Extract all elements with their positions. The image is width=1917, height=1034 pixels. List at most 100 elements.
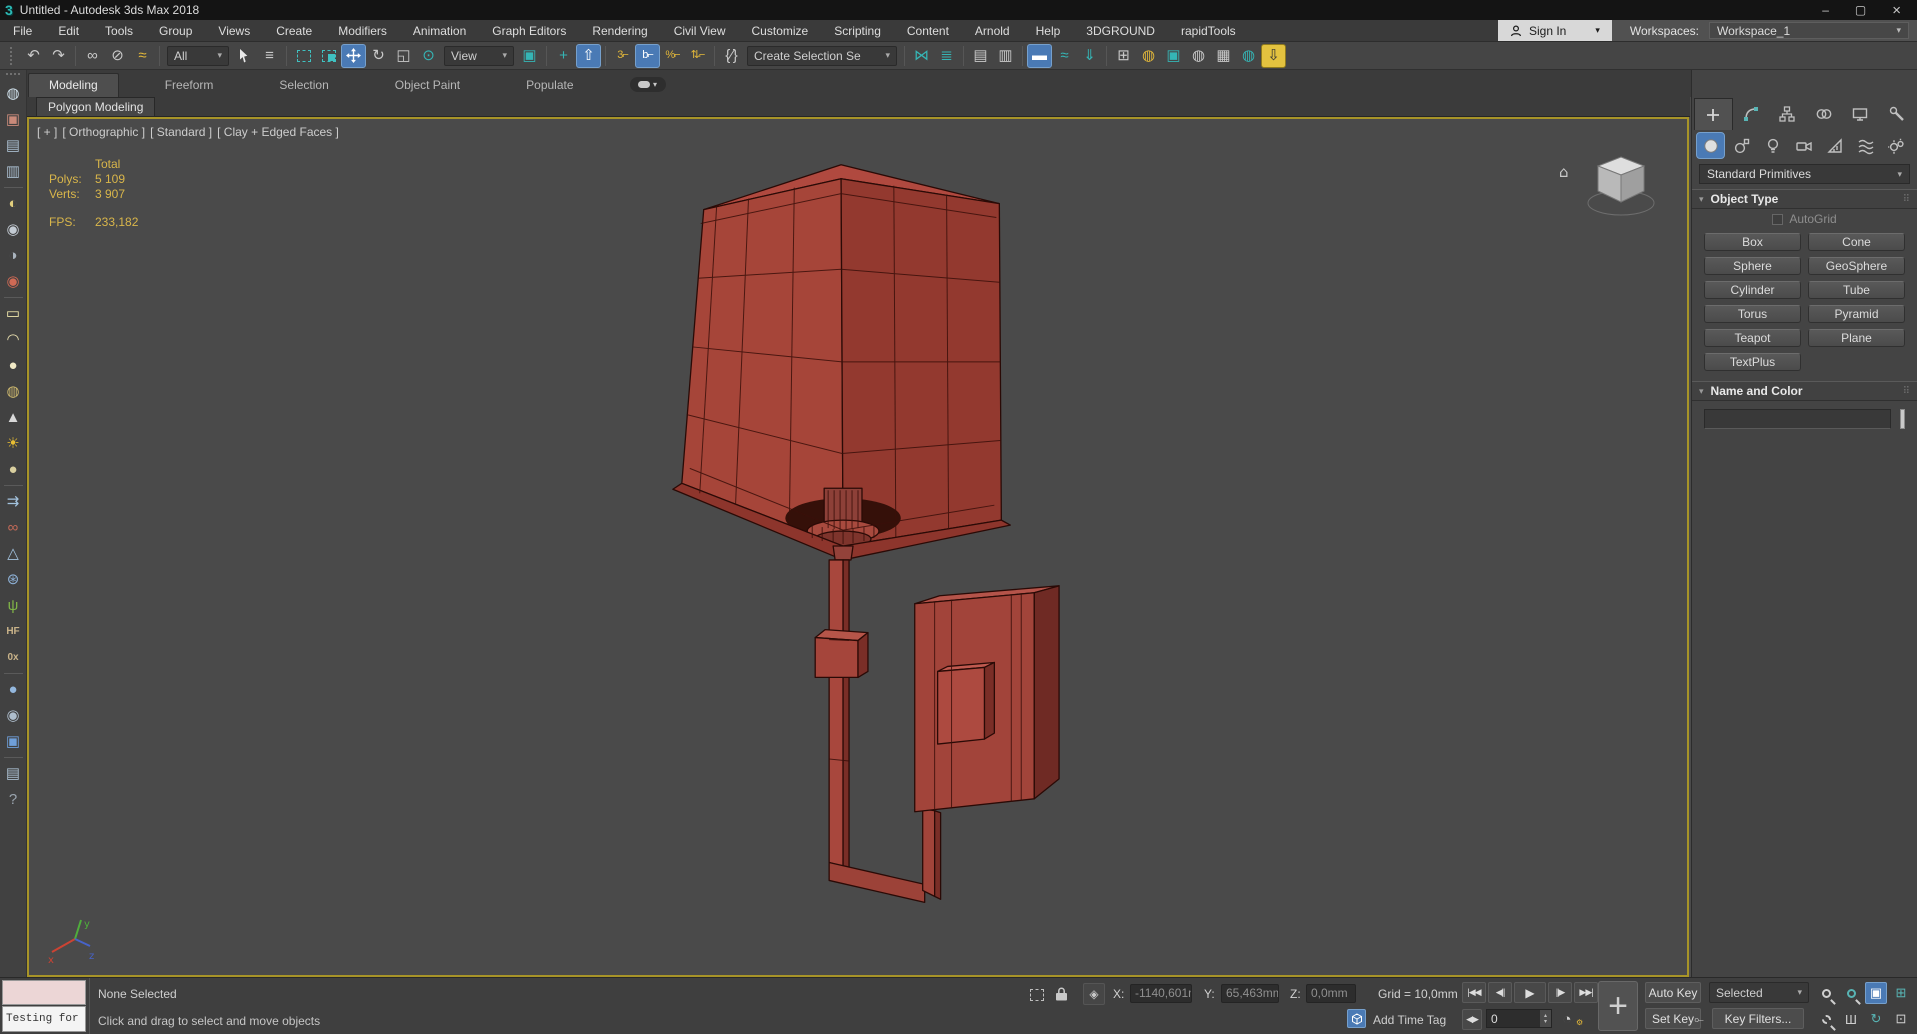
ribbon-tab[interactable]: Object Paint bbox=[375, 74, 480, 97]
y-coordinate-field[interactable]: 65,463mm bbox=[1221, 984, 1279, 1003]
workspace-dropdown[interactable]: Workspace_1 ▾ bbox=[1709, 22, 1909, 39]
primitive-button[interactable]: Box bbox=[1704, 233, 1801, 251]
primitive-button[interactable]: GeoSphere bbox=[1808, 257, 1905, 275]
mirror-button[interactable]: ⋈ bbox=[909, 44, 934, 68]
rock-icon[interactable]: ⊛ bbox=[2, 569, 25, 590]
toolbar-grip[interactable] bbox=[6, 73, 20, 78]
dome-light-icon[interactable]: ◠ bbox=[2, 329, 25, 350]
object-color-swatch[interactable] bbox=[1900, 409, 1905, 429]
primitive-button[interactable]: TextPlus bbox=[1704, 353, 1801, 371]
model-wall-sconce[interactable] bbox=[29, 119, 1687, 975]
unlink-selection-button[interactable]: ⊘ bbox=[105, 44, 130, 68]
autogrid-checkbox[interactable] bbox=[1772, 214, 1783, 225]
name-and-color-rollout[interactable]: ▾ Name and Color ⠿ bbox=[1692, 381, 1917, 401]
keyboard-shortcut-override-button[interactable]: ⇧ bbox=[576, 44, 601, 68]
viewport-menu-general[interactable]: [ + ] bbox=[37, 125, 57, 139]
camera-lister-icon[interactable]: ◉ bbox=[2, 219, 25, 240]
zoom-region-button[interactable] bbox=[1815, 1008, 1837, 1030]
rendered-frame-window-button[interactable]: ▦ bbox=[1211, 44, 1236, 68]
object-name-input[interactable] bbox=[1704, 409, 1891, 429]
primitive-button[interactable]: Cone bbox=[1808, 233, 1905, 251]
category-systems[interactable] bbox=[1882, 132, 1911, 159]
category-spacewarps[interactable] bbox=[1851, 132, 1880, 159]
select-and-link-button[interactable]: ∞ bbox=[80, 44, 105, 68]
render-a360-button[interactable]: ⇩ bbox=[1261, 44, 1286, 68]
frame-spinner[interactable]: ▴▾ bbox=[1540, 1010, 1551, 1027]
window-crossing-toggle-button[interactable] bbox=[316, 44, 341, 68]
close-button[interactable]: × bbox=[1892, 3, 1901, 18]
viewcube-home-icon[interactable]: ⌂ bbox=[1559, 163, 1569, 181]
tab-hierarchy[interactable] bbox=[1769, 98, 1806, 130]
z-coordinate-field[interactable]: 0,0mm bbox=[1306, 984, 1356, 1003]
render-teapot-icon[interactable]: ◍ bbox=[2, 83, 25, 104]
menu-item[interactable]: File bbox=[0, 24, 45, 38]
select-and-rotate-button[interactable]: ↻ bbox=[366, 44, 391, 68]
object-type-rollout[interactable]: ▾ Object Type ⠿ bbox=[1692, 189, 1917, 209]
maxscript-mini-listener-top[interactable] bbox=[2, 980, 86, 1005]
viewcube-cube[interactable] bbox=[1598, 157, 1644, 202]
bind-to-spacewarp-button[interactable]: ≈ bbox=[130, 44, 155, 68]
zoom-all-button[interactable] bbox=[1840, 982, 1862, 1004]
menu-item[interactable]: Create bbox=[263, 24, 325, 38]
select-and-scale-button[interactable]: ◱ bbox=[391, 44, 416, 68]
menu-item[interactable]: Tools bbox=[92, 24, 146, 38]
menu-item[interactable]: Customize bbox=[739, 24, 822, 38]
primitive-button[interactable]: Cylinder bbox=[1704, 281, 1801, 299]
play-button[interactable]: ▶ bbox=[1514, 982, 1546, 1003]
light-lister-icon[interactable]: ◐ bbox=[2, 193, 25, 214]
viewport-menu-shading[interactable]: [ Clay + Edged Faces ] bbox=[217, 125, 339, 139]
menu-item[interactable]: Content bbox=[894, 24, 962, 38]
spinner-snap-toggle-button[interactable]: ⇅⌐ bbox=[685, 44, 710, 68]
particle-array-icon[interactable]: ⇉ bbox=[2, 491, 25, 512]
redo-button[interactable]: ↷ bbox=[46, 44, 71, 68]
viewport-menu-pov[interactable]: [ Orthographic ] bbox=[62, 125, 145, 139]
notes-doc-icon[interactable]: ▤ bbox=[2, 763, 25, 784]
named-selection-sets-button[interactable]: {⁄} bbox=[719, 44, 744, 68]
slate-material-editor-button[interactable]: ▣ bbox=[1161, 44, 1186, 68]
time-tag-cube-icon[interactable] bbox=[1347, 1009, 1366, 1028]
category-shapes[interactable] bbox=[1727, 132, 1756, 159]
menu-item[interactable]: Group bbox=[146, 24, 205, 38]
volume-cone-icon[interactable]: ▲ bbox=[2, 407, 25, 428]
menu-item[interactable]: Help bbox=[1023, 24, 1074, 38]
set-keys-button[interactable]: + bbox=[1598, 981, 1638, 1031]
ribbon-tab[interactable]: Selection bbox=[259, 74, 348, 97]
dope-sheet-button[interactable]: ⇓ bbox=[1077, 44, 1102, 68]
select-and-place-button[interactable]: ⊙ bbox=[416, 44, 441, 68]
sunlight-icon[interactable]: ☀ bbox=[2, 433, 25, 454]
time-configuration-button[interactable]: ◔ bbox=[1556, 1008, 1578, 1030]
zoom-extents-all-button[interactable]: ⊞ bbox=[1890, 982, 1912, 1004]
primitive-category-dropdown[interactable]: Standard Primitives ▾ bbox=[1699, 164, 1910, 184]
viewport-menu-standard[interactable]: [ Standard ] bbox=[150, 125, 212, 139]
region-sphere-icon[interactable]: ▣ bbox=[2, 731, 25, 752]
go-to-start-button[interactable]: |◀◀ bbox=[1462, 982, 1486, 1003]
selection-filter-dropdown[interactable]: All ▾ bbox=[167, 46, 229, 66]
menu-item[interactable]: Views bbox=[205, 24, 263, 38]
primitive-button[interactable]: Sphere bbox=[1704, 257, 1801, 275]
ribbon-config-dropdown[interactable]: ▾ bbox=[630, 77, 666, 92]
primitive-button[interactable]: Teapot bbox=[1704, 329, 1801, 347]
category-lights[interactable] bbox=[1758, 132, 1787, 159]
ribbon-tab[interactable]: Freeform bbox=[145, 74, 234, 97]
tab-display[interactable] bbox=[1842, 98, 1879, 130]
primitive-button[interactable]: Plane bbox=[1808, 329, 1905, 347]
sphere-blue-icon[interactable]: ● bbox=[2, 679, 25, 700]
x-coordinate-field[interactable]: -1140,601mm bbox=[1130, 984, 1192, 1003]
selection-region-cycle-icon[interactable] bbox=[1026, 984, 1048, 1006]
viewport-orthographic[interactable]: [ + ] [ Orthographic ] [ Standard ] [ Cl… bbox=[27, 117, 1689, 977]
add-time-tag[interactable]: Add Time Tag bbox=[1373, 1013, 1446, 1027]
go-to-end-button[interactable]: ▶▶| bbox=[1574, 982, 1598, 1003]
pan-button[interactable]: Ш bbox=[1840, 1008, 1862, 1030]
menu-item[interactable]: Scripting bbox=[821, 24, 894, 38]
video-camera-icon[interactable]: ◉ bbox=[2, 271, 25, 292]
zoom-button[interactable] bbox=[1815, 982, 1837, 1004]
toggle-ribbon-button[interactable]: ▬ bbox=[1027, 44, 1052, 68]
menu-item[interactable]: rapidTools bbox=[1168, 24, 1249, 38]
select-by-name-button[interactable]: ≡ bbox=[257, 44, 282, 68]
primitive-button[interactable]: Torus bbox=[1704, 305, 1801, 323]
curve-editor-button[interactable]: ≈ bbox=[1052, 44, 1077, 68]
render-production-button[interactable]: ◍ bbox=[1236, 44, 1261, 68]
select-and-manipulate-button[interactable]: + bbox=[551, 44, 576, 68]
named-selection-sets-dropdown[interactable]: Create Selection Se ▾ bbox=[747, 46, 897, 66]
camera-mask-icon[interactable]: ◑ bbox=[2, 245, 25, 266]
